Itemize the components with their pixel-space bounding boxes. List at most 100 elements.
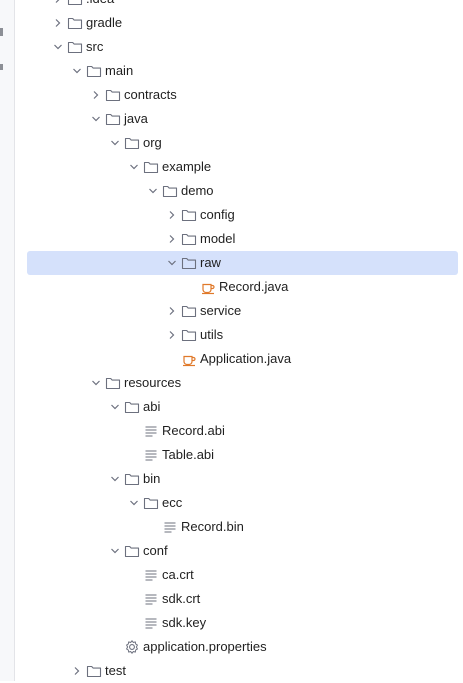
chevron-right-icon[interactable] xyxy=(166,209,178,221)
tree-item-label: example xyxy=(162,159,212,174)
tree-file[interactable]: Table.abi xyxy=(15,443,463,467)
folder-icon xyxy=(181,207,197,223)
folder-icon xyxy=(105,111,121,127)
tree-folder--idea[interactable]: .idea xyxy=(15,0,463,11)
tree-item-label: Table.abi xyxy=(162,447,215,462)
java-file-icon xyxy=(181,351,197,367)
tree-folder-org[interactable]: org xyxy=(15,131,463,155)
tree-item-label: gradle xyxy=(86,15,123,30)
gear-icon xyxy=(124,639,140,655)
tree-folder-ecc[interactable]: ecc xyxy=(15,491,463,515)
tree-folder-raw[interactable]: raw xyxy=(27,251,458,275)
folder-icon xyxy=(67,0,83,7)
tree-file[interactable]: Record.bin xyxy=(15,515,463,539)
tree-folder-config[interactable]: config xyxy=(15,203,463,227)
folder-icon xyxy=(181,231,197,247)
tree-item-label: contracts xyxy=(124,87,177,102)
folder-icon xyxy=(86,663,102,679)
tree-folder-utils[interactable]: utils xyxy=(15,323,463,347)
tree-item-label: model xyxy=(200,231,236,246)
text-file-icon xyxy=(143,423,159,439)
tree-folder-conf[interactable]: conf xyxy=(15,539,463,563)
folder-icon xyxy=(162,183,178,199)
chevron-right-icon[interactable] xyxy=(166,233,178,245)
chevron-down-icon[interactable] xyxy=(109,137,121,149)
chevron-down-icon[interactable] xyxy=(128,497,140,509)
tree-file[interactable]: Record.java xyxy=(15,275,463,299)
tree-folder-service[interactable]: service xyxy=(15,299,463,323)
tree-item-label: service xyxy=(200,303,242,318)
tree-item-label: test xyxy=(105,663,126,678)
chevron-right-icon[interactable] xyxy=(166,329,178,341)
folder-icon xyxy=(143,159,159,175)
tree-item-label: conf xyxy=(143,543,168,558)
tree-item-label: ca.crt xyxy=(162,567,194,582)
folder-icon xyxy=(124,543,140,559)
chevron-down-icon[interactable] xyxy=(109,473,121,485)
tree-item-label: src xyxy=(86,39,104,54)
chevron-right-icon[interactable] xyxy=(52,0,64,5)
tree-file[interactable]: Application.java xyxy=(15,347,463,371)
tree-item-label: org xyxy=(143,135,162,150)
folder-icon xyxy=(105,87,121,103)
text-file-icon xyxy=(143,591,159,607)
chevron-down-icon[interactable] xyxy=(90,113,102,125)
tree-item-label: main xyxy=(105,63,134,78)
tree-folder-contracts[interactable]: contracts xyxy=(15,83,463,107)
tree-item-label: Record.bin xyxy=(181,519,244,534)
tree-folder-gradle[interactable]: gradle xyxy=(15,11,463,35)
tree-folder-example[interactable]: example xyxy=(15,155,463,179)
tree-item-label: java xyxy=(124,111,148,126)
chevron-down-icon[interactable] xyxy=(147,185,159,197)
text-file-icon xyxy=(162,519,178,535)
tree-file[interactable]: ca.crt xyxy=(15,563,463,587)
tree-file[interactable]: Record.abi xyxy=(15,419,463,443)
text-file-icon xyxy=(143,615,159,631)
tree-item-label: raw xyxy=(200,255,221,270)
chevron-right-icon[interactable] xyxy=(166,305,178,317)
tree-item-label: abi xyxy=(143,399,161,414)
tree-item-label: bin xyxy=(143,471,161,486)
chevron-right-icon[interactable] xyxy=(52,17,64,29)
folder-icon xyxy=(143,495,159,511)
folder-icon xyxy=(105,375,121,391)
folder-icon xyxy=(86,63,102,79)
chevron-right-icon[interactable] xyxy=(90,89,102,101)
tree-folder-java[interactable]: java xyxy=(15,107,463,131)
chevron-down-icon[interactable] xyxy=(52,41,64,53)
tree-file[interactable]: sdk.key xyxy=(15,611,463,635)
tree-item-label: ecc xyxy=(162,495,183,510)
chevron-right-icon[interactable] xyxy=(71,665,83,677)
tree-item-label: Application.java xyxy=(200,351,292,366)
tree-item-label: sdk.crt xyxy=(162,591,201,606)
folder-icon xyxy=(181,303,197,319)
project-tree[interactable]: .idea gradle srcmain contracts java orgexampl… xyxy=(15,0,463,681)
tree-item-label: demo xyxy=(181,183,214,198)
tree-folder-abi[interactable]: abi xyxy=(15,395,463,419)
tree-file[interactable]: sdk.crt xyxy=(15,587,463,611)
folder-icon xyxy=(67,39,83,55)
chevron-down-icon[interactable] xyxy=(109,545,121,557)
tree-item-label: .idea xyxy=(86,0,114,7)
tree-folder-main[interactable]: main xyxy=(15,59,463,83)
text-file-icon xyxy=(143,447,159,463)
text-file-icon xyxy=(143,567,159,583)
tree-item-label: application.properties xyxy=(143,639,267,654)
tree-file[interactable]: application.properties xyxy=(15,635,463,659)
tree-item-label: Record.abi xyxy=(162,423,225,438)
folder-icon xyxy=(124,135,140,151)
tree-folder-model[interactable]: model xyxy=(15,227,463,251)
chevron-down-icon[interactable] xyxy=(128,161,140,173)
tree-folder-src[interactable]: src xyxy=(15,35,463,59)
tree-folder-bin[interactable]: bin xyxy=(15,467,463,491)
tree-folder-resources[interactable]: resources xyxy=(15,371,463,395)
chevron-down-icon[interactable] xyxy=(166,257,178,269)
tree-folder-demo[interactable]: demo xyxy=(15,179,463,203)
tree-item-label: config xyxy=(200,207,235,222)
java-file-icon xyxy=(200,279,216,295)
chevron-down-icon[interactable] xyxy=(109,401,121,413)
tree-item-label: sdk.key xyxy=(162,615,207,630)
tree-folder-test[interactable]: test xyxy=(15,659,463,683)
chevron-down-icon[interactable] xyxy=(90,377,102,389)
chevron-down-icon[interactable] xyxy=(71,65,83,77)
